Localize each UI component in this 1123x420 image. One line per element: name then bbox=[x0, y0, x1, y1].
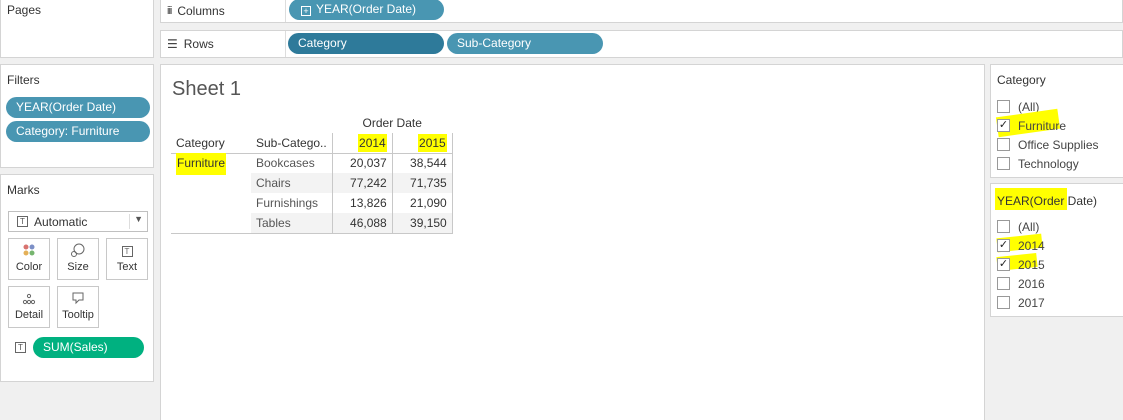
year-filter-title: YEAR(Order Date) bbox=[997, 194, 1098, 208]
sheet-title: Sheet 1 bbox=[172, 78, 241, 100]
year-header-2014: 2014 bbox=[331, 133, 393, 154]
tooltip-icon bbox=[58, 287, 98, 309]
text-icon: T bbox=[107, 239, 147, 261]
year-2014-label: 2014 bbox=[358, 133, 387, 152]
value-cell: 38,544 bbox=[391, 153, 453, 173]
filter-pill-category[interactable]: Category: Furniture bbox=[6, 121, 150, 142]
checkbox-icon bbox=[997, 277, 1010, 290]
text-mark-icon: T bbox=[17, 216, 28, 227]
value-cell: 20,037 bbox=[331, 153, 393, 173]
mark-type-dropdown[interactable]: T Automatic ▼ bbox=[8, 211, 148, 232]
year-header-2015: 2015 bbox=[391, 133, 453, 154]
rows-divider bbox=[285, 31, 286, 57]
option-label: (All) bbox=[1018, 219, 1040, 234]
year-option-2017[interactable]: 2017 bbox=[997, 293, 1045, 312]
text-button[interactable]: T Text bbox=[106, 238, 148, 280]
size-button[interactable]: Size bbox=[57, 238, 99, 280]
sub-category-cell: Chairs bbox=[256, 176, 291, 190]
text-label: Text bbox=[116, 261, 138, 273]
color-label: Color bbox=[15, 261, 43, 273]
checkbox-checked-icon: ✓ bbox=[997, 239, 1010, 252]
rows-icon: ☰ bbox=[167, 37, 178, 51]
sub-category-cell: Furnishings bbox=[256, 196, 319, 210]
chevron-down-icon: ▼ bbox=[134, 214, 143, 224]
row-header-category: Category bbox=[171, 133, 251, 154]
columns-shelf: iii Columns + YEAR(Order Date) bbox=[160, 0, 1123, 23]
option-label: Office Supplies bbox=[1018, 137, 1099, 152]
option-label: Furniture bbox=[1018, 118, 1067, 133]
table-row[interactable]: Furniture Bookcases 20,037 38,544 bbox=[171, 152, 453, 234]
category-value: Furniture bbox=[176, 152, 227, 175]
checkbox-checked-icon: ✓ bbox=[997, 119, 1010, 132]
detail-button[interactable]: Detail bbox=[8, 286, 50, 328]
crosstab: Order Date Category Sub-Catego.. 2014 20… bbox=[171, 113, 453, 234]
col-header-order-date: Order Date bbox=[362, 116, 422, 130]
pages-title: Pages bbox=[7, 3, 42, 17]
columns-label: Columns bbox=[177, 3, 225, 18]
detail-icon bbox=[9, 287, 49, 309]
measure-text-icon: T bbox=[15, 342, 26, 353]
checkbox-icon bbox=[997, 138, 1010, 151]
category-option-office-supplies[interactable]: Office Supplies bbox=[997, 135, 1099, 154]
value-cell: 46,088 bbox=[331, 213, 393, 234]
marks-panel: Marks T Automatic ▼ Color Size T Text De… bbox=[0, 174, 154, 382]
left-gutter bbox=[0, 382, 154, 420]
checkbox-icon bbox=[997, 157, 1010, 170]
size-icon bbox=[58, 239, 98, 261]
column-pill-year[interactable]: + YEAR(Order Date) bbox=[289, 0, 444, 20]
measure-pill-sum-sales[interactable]: SUM(Sales) bbox=[33, 337, 144, 358]
row-header-sub-category: Sub-Catego.. bbox=[251, 133, 333, 154]
columns-divider bbox=[285, 0, 286, 22]
columns-icon: iii bbox=[167, 4, 172, 17]
filters-panel: Filters YEAR(Order Date) Category: Furni… bbox=[0, 64, 154, 168]
row-pill-sub-category[interactable]: Sub-Category bbox=[447, 33, 603, 54]
dropdown-divider bbox=[129, 214, 130, 229]
row-pill-category[interactable]: Category bbox=[288, 33, 444, 54]
sub-category-cell: Bookcases bbox=[256, 156, 315, 171]
marks-title: Marks bbox=[7, 183, 40, 197]
option-label: 2016 bbox=[1018, 276, 1045, 291]
category-option-technology[interactable]: Technology bbox=[997, 154, 1079, 173]
category-filter-title: Category bbox=[997, 73, 1046, 87]
option-label: Technology bbox=[1018, 156, 1079, 171]
checkbox-icon bbox=[997, 220, 1010, 233]
rows-label: Rows bbox=[183, 37, 214, 51]
checkbox-checked-icon: ✓ bbox=[997, 258, 1010, 271]
year-2015-label: 2015 bbox=[418, 133, 447, 152]
color-button[interactable]: Color bbox=[8, 238, 50, 280]
checkbox-icon bbox=[997, 100, 1010, 113]
value-cell: 13,826 bbox=[331, 193, 393, 213]
category-option-furniture[interactable]: ✓ Furniture bbox=[995, 108, 1067, 138]
column-pill-label: YEAR(Order Date) bbox=[316, 2, 417, 16]
value-cell: 39,150 bbox=[391, 213, 453, 234]
category-cell: Furniture bbox=[171, 152, 251, 234]
year-option-2014[interactable]: ✓ 2014 bbox=[996, 233, 1045, 255]
color-icon bbox=[9, 239, 49, 261]
value-cell: 21,090 bbox=[391, 193, 453, 213]
detail-label: Detail bbox=[14, 309, 44, 321]
expand-plus-icon: + bbox=[301, 6, 311, 16]
year-option-all[interactable]: (All) bbox=[997, 217, 1039, 236]
tooltip-label: Tooltip bbox=[62, 309, 94, 321]
filter-pill-year[interactable]: YEAR(Order Date) bbox=[6, 97, 150, 118]
mark-type-label: Automatic bbox=[34, 214, 88, 229]
tooltip-button[interactable]: Tooltip bbox=[57, 286, 99, 328]
size-label: Size bbox=[67, 261, 89, 273]
checkbox-icon bbox=[997, 296, 1010, 309]
rows-shelf: ☰ Rows Category Sub-Category bbox=[160, 30, 1123, 58]
filters-title: Filters bbox=[7, 73, 40, 87]
option-label: 2014 bbox=[1018, 238, 1045, 253]
columns-shelf-label: iii Columns bbox=[167, 0, 225, 22]
option-label: 2015 bbox=[1018, 257, 1045, 272]
rows-shelf-label: ☰ Rows bbox=[167, 31, 214, 57]
option-label: 2017 bbox=[1018, 295, 1045, 310]
year-option-2016[interactable]: 2016 bbox=[997, 274, 1045, 293]
pages-panel: Pages bbox=[0, 0, 154, 58]
value-cell: 71,735 bbox=[391, 173, 453, 193]
value-cell: 77,242 bbox=[331, 173, 393, 193]
sub-category-cell: Tables bbox=[251, 213, 333, 234]
year-option-2015[interactable]: ✓ 2015 bbox=[996, 252, 1045, 274]
